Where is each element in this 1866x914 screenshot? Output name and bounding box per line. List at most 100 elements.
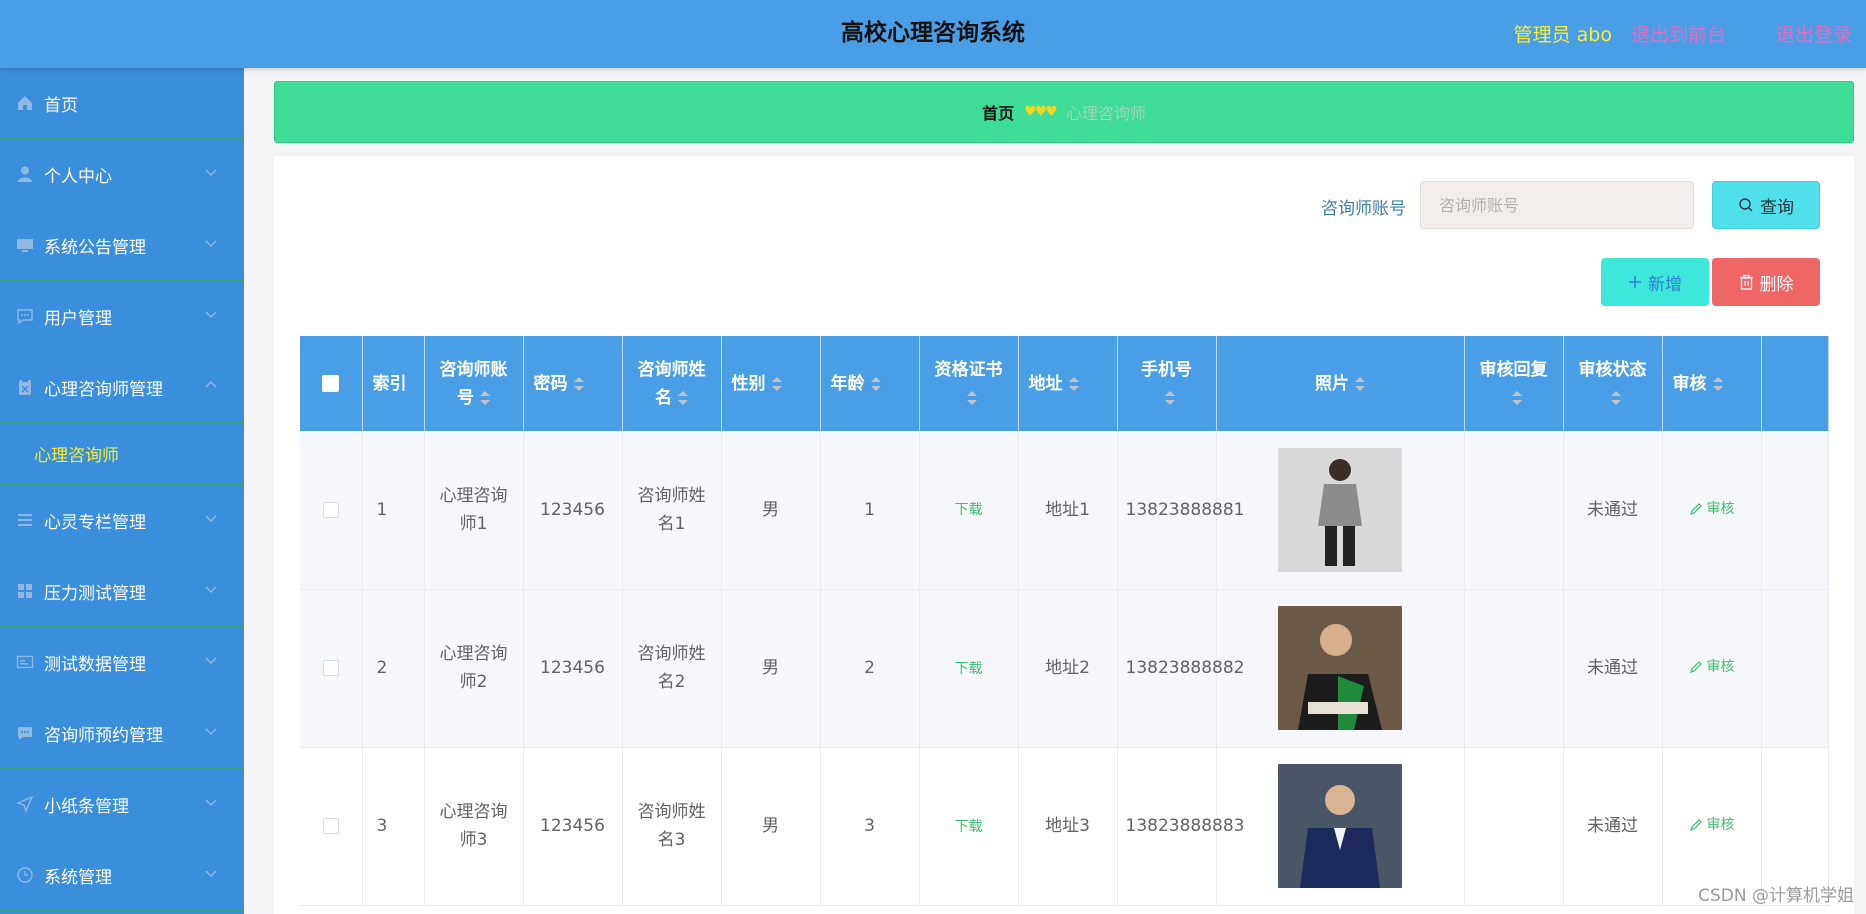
col-header[interactable]: 地址 bbox=[1018, 336, 1118, 431]
table-header-row: 索引 咨询师账号 密码 咨询师姓名 性别 年龄 资格证书 地址 手机号 照片 审… bbox=[300, 336, 1829, 431]
delete-button[interactable]: 删除 bbox=[1712, 258, 1820, 306]
sort-icon[interactable] bbox=[678, 390, 688, 405]
sort-icon[interactable] bbox=[1164, 390, 1175, 405]
col-header[interactable]: 密码 bbox=[523, 336, 623, 431]
sidebar-item-system[interactable]: 系统管理 bbox=[0, 840, 244, 911]
cell-index: 3 bbox=[362, 747, 425, 906]
cell-reply bbox=[1464, 431, 1564, 590]
sort-icon[interactable] bbox=[870, 376, 881, 391]
sort-icon[interactable] bbox=[1511, 390, 1522, 405]
sidebar-item-stress-test[interactable]: 压力测试管理 bbox=[0, 556, 244, 627]
cell-status: 未通过 bbox=[1563, 589, 1663, 748]
table-row[interactable]: 2 心理咨询师2 123456 咨询师姓名2 男 2 下载 地址2 138238… bbox=[300, 589, 1829, 748]
sidebar-item-notes[interactable]: 小纸条管理 bbox=[0, 769, 244, 840]
select-all-checkbox[interactable] bbox=[322, 375, 340, 392]
query-button[interactable]: 查询 bbox=[1712, 181, 1820, 229]
col-header[interactable]: 审核状态 bbox=[1563, 336, 1663, 431]
cell-audit: 审核 bbox=[1662, 589, 1762, 748]
sidebar-item-users[interactable]: 用户管理 bbox=[0, 281, 244, 352]
sidebar-item-test-data[interactable]: 测试数据管理 bbox=[0, 627, 244, 698]
col-header[interactable]: 审核 bbox=[1662, 336, 1762, 431]
cell-phone: 13823888882 bbox=[1117, 589, 1244, 748]
col-header[interactable]: 手机号 bbox=[1117, 336, 1217, 431]
sidebar-subitem-counselor[interactable]: 心理咨询师 bbox=[0, 423, 244, 485]
col-header[interactable]: 照片 bbox=[1216, 336, 1465, 431]
chevron-down-icon bbox=[205, 311, 217, 319]
sidebar-item-personal-center[interactable]: 个人中心 bbox=[0, 139, 244, 210]
col-header: 索引 bbox=[362, 336, 425, 431]
logout-link[interactable]: 退出登录 bbox=[1776, 20, 1852, 47]
audit-button[interactable]: 审核 bbox=[1689, 495, 1735, 523]
edit-icon bbox=[1689, 819, 1702, 831]
cell-name: 咨询师姓名2 bbox=[622, 589, 722, 748]
sidebar-item-counselor-management[interactable]: 心理咨询师管理 bbox=[0, 352, 244, 423]
home-icon bbox=[14, 92, 36, 114]
row-checkbox[interactable] bbox=[322, 501, 339, 518]
row-checkbox-cell bbox=[300, 747, 363, 906]
download-cert-link[interactable]: 下载 bbox=[955, 819, 983, 835]
sort-icon[interactable] bbox=[771, 376, 782, 391]
col-header[interactable]: 咨询师姓名 bbox=[622, 336, 722, 431]
sidebar-item-notice[interactable]: 系统公告管理 bbox=[0, 210, 244, 281]
cell-status: 未通过 bbox=[1563, 747, 1663, 906]
sort-icon[interactable] bbox=[1610, 390, 1621, 405]
sidebar-subitem-label: 心理咨询师 bbox=[34, 446, 119, 466]
cell-account: 心理咨询师2 bbox=[424, 589, 524, 748]
download-cert-link[interactable]: 下载 bbox=[955, 661, 983, 677]
sort-icon[interactable] bbox=[1712, 376, 1723, 391]
search-input[interactable] bbox=[1420, 181, 1694, 229]
cell-address: 地址1 bbox=[1018, 431, 1118, 590]
cell-name: 咨询师姓名3 bbox=[622, 747, 722, 906]
trash-icon bbox=[1739, 274, 1754, 290]
download-cert-link[interactable]: 下载 bbox=[955, 502, 983, 518]
cell-age: 2 bbox=[820, 589, 920, 748]
edit-icon bbox=[1689, 502, 1702, 515]
sidebar-item-label: 用户管理 bbox=[44, 308, 112, 329]
delete-button-label: 删除 bbox=[1759, 274, 1794, 295]
col-header[interactable]: 审核回复 bbox=[1464, 336, 1564, 431]
sort-icon[interactable] bbox=[573, 376, 584, 391]
sidebar-item-column[interactable]: 心灵专栏管理 bbox=[0, 485, 244, 556]
sort-icon[interactable] bbox=[1068, 376, 1079, 391]
audit-label: 审核 bbox=[1706, 659, 1735, 675]
breadcrumb-current: 心理咨询师 bbox=[1065, 104, 1146, 123]
select-all-cell bbox=[300, 336, 363, 431]
cell-status: 未通过 bbox=[1563, 431, 1663, 590]
table-row[interactable]: 3 心理咨询师3 123456 咨询师姓名3 男 3 下载 地址3 138238… bbox=[300, 747, 1829, 906]
cell-password: 123456 bbox=[523, 589, 623, 748]
col-header[interactable]: 咨询师账号 bbox=[424, 336, 524, 431]
list-icon bbox=[14, 509, 36, 531]
col-header[interactable]: 年龄 bbox=[820, 336, 920, 431]
sort-icon[interactable] bbox=[480, 390, 490, 405]
sidebar-menu: 首页 个人中心 系统公告管理 用户管理 心理咨询师管理 心理咨询师 心灵专栏管理… bbox=[0, 68, 244, 914]
sidebar-item-home[interactable]: 首页 bbox=[0, 68, 244, 139]
row-checkbox[interactable] bbox=[322, 660, 339, 676]
add-button[interactable]: 新增 bbox=[1601, 258, 1709, 306]
cell-account: 心理咨询师3 bbox=[424, 747, 524, 906]
row-checkbox[interactable] bbox=[322, 818, 339, 834]
sidebar-item-label: 测试数据管理 bbox=[44, 654, 146, 675]
table-row[interactable]: 1 心理咨询师1 123456 咨询师姓名1 男 1 下载 地址1 138238… bbox=[300, 431, 1829, 590]
search-label: 咨询师账号 bbox=[1321, 199, 1406, 219]
col-header-actions bbox=[1761, 336, 1829, 431]
cell-name: 咨询师姓名1 bbox=[622, 431, 722, 590]
cell-age: 1 bbox=[820, 431, 920, 590]
col-header[interactable]: 性别 bbox=[721, 336, 821, 431]
audit-button[interactable]: 审核 bbox=[1689, 811, 1735, 839]
admin-username: 管理员 abo bbox=[1513, 24, 1612, 46]
cell-empty bbox=[1761, 431, 1829, 590]
sort-icon[interactable] bbox=[1355, 376, 1365, 391]
send-icon bbox=[14, 793, 36, 815]
cell-photo bbox=[1216, 431, 1465, 590]
cell-empty bbox=[1761, 589, 1829, 748]
audit-label: 审核 bbox=[1706, 500, 1735, 517]
exit-to-frontend-link[interactable]: 退出到前台 bbox=[1631, 20, 1726, 47]
col-header[interactable]: 资格证书 bbox=[919, 336, 1019, 431]
cell-address: 地址2 bbox=[1018, 589, 1118, 748]
breadcrumb-home-link[interactable]: 首页 bbox=[982, 100, 1014, 124]
audit-button[interactable]: 审核 bbox=[1689, 653, 1735, 681]
counselor-photo bbox=[1278, 606, 1402, 730]
cell-age: 3 bbox=[820, 747, 920, 906]
sidebar-item-appointment[interactable]: 咨询师预约管理 bbox=[0, 698, 244, 769]
sort-icon[interactable] bbox=[966, 390, 977, 405]
